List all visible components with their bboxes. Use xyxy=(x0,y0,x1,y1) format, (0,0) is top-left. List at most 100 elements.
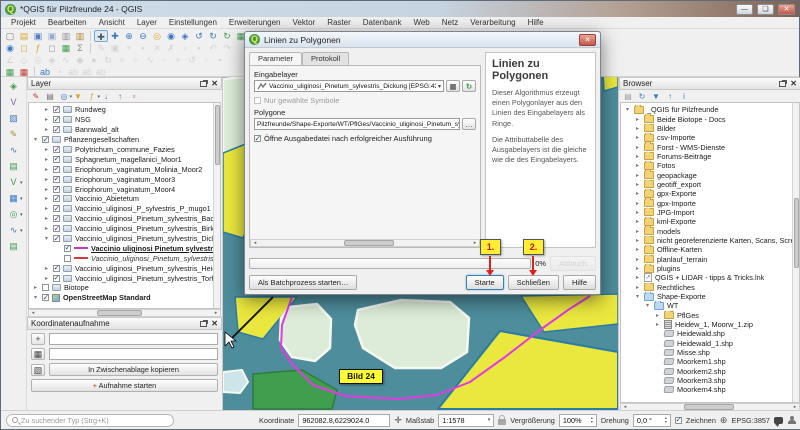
expand-arrow-icon[interactable]: ▸ xyxy=(43,195,50,202)
layer-visibility-checkbox[interactable] xyxy=(53,275,60,282)
layer-item[interactable]: ▸Vaccinio_uliginosi_Pinetum_sylvestris_B… xyxy=(29,214,213,224)
layer-item[interactable]: ▸Vaccinio_uliginosi_Pinetum_sylvestris_H… xyxy=(29,263,213,273)
new-temporary-scratch-layer-icon[interactable]: ✎ xyxy=(7,128,21,140)
browser-item[interactable]: Heidewald_1.shp xyxy=(621,339,792,348)
browser-item[interactable]: ▸Beide Biotope - Docs xyxy=(621,114,792,123)
expand-arrow-icon[interactable]: ▸ xyxy=(43,106,50,113)
layer-item[interactable]: ▸Eriophorum_vaginatum_Moor3 xyxy=(29,174,213,184)
browser-item[interactable]: ▸Fotos xyxy=(621,161,792,170)
layer-visibility-checkbox[interactable] xyxy=(53,126,60,133)
expand-arrow-icon[interactable]: ▾ xyxy=(32,294,39,301)
browser-item[interactable]: ▾_QGIS für Pilzfreunde xyxy=(621,105,792,114)
layer-item[interactable]: ▸Biotope xyxy=(29,283,213,293)
expand-arrow-icon[interactable]: ▸ xyxy=(43,126,50,133)
expand-arrow-icon[interactable]: ▾ xyxy=(43,235,50,242)
close-panel-icon[interactable]: ✕ xyxy=(211,319,218,328)
menu-datenbank[interactable]: Datenbank xyxy=(357,18,408,27)
refresh-map-icon[interactable]: ↻ xyxy=(220,30,234,42)
browser-item[interactable]: ▸Forums-Beiträge xyxy=(621,152,792,161)
pan-map-icon[interactable]: ✚ xyxy=(94,30,108,42)
expand-all-icon[interactable]: ↓ xyxy=(100,91,112,102)
browse-button[interactable]: … xyxy=(462,118,476,130)
menu-layer[interactable]: Layer xyxy=(131,18,163,27)
track-mouse-icon[interactable]: ▧ xyxy=(31,364,45,376)
expand-arrow-icon[interactable]: ▸ xyxy=(43,225,50,232)
menu-einstellungen[interactable]: Einstellungen xyxy=(163,18,223,27)
open-layer-styling-icon[interactable]: ✎ xyxy=(30,91,42,102)
browser-item[interactable]: ▸plugins xyxy=(621,264,792,273)
open-output-checkbox[interactable]: Öffne Ausgabedatei nach erfolgreicher Au… xyxy=(254,134,476,143)
lock-scale-icon[interactable] xyxy=(498,419,506,425)
browser-item[interactable]: ▸models xyxy=(621,226,792,235)
layer-item[interactable]: ▾Pflanzengesellschaften xyxy=(29,135,213,145)
browser-item[interactable]: Moorkern2.shp xyxy=(621,367,792,376)
browser-item[interactable]: ▾Shape-Exporte xyxy=(621,292,792,301)
expand-arrow-icon[interactable]: ▸ xyxy=(634,228,641,235)
start-capture-button[interactable]: + Aufnahme starten xyxy=(31,379,218,392)
browser-item[interactable]: ▸JPG-Import xyxy=(621,208,792,217)
browser-item[interactable]: ▸Forst - WMS-Dienste xyxy=(621,142,792,151)
browser-item[interactable]: ▸↗QGIS + LIDAR - tipps & Tricks.lnk xyxy=(621,273,792,282)
add-mesh-layer-icon[interactable]: ◎▾ xyxy=(7,208,21,220)
dropdown-arrow-icon[interactable]: ▾ xyxy=(20,193,23,205)
new-geopackage-layer-icon[interactable]: ◈ xyxy=(7,80,21,92)
layer-item[interactable]: ▸NSG xyxy=(29,115,213,125)
run-as-batch-button[interactable]: Als Batchprozess starten… xyxy=(249,275,357,290)
expand-arrow-icon[interactable]: ▸ xyxy=(634,246,641,253)
run-button[interactable]: Starte xyxy=(466,275,504,290)
expand-arrow-icon[interactable]: ▸ xyxy=(634,144,641,151)
close-button[interactable]: ✕ xyxy=(778,4,795,15)
scale-select[interactable]: 1:1578▾ xyxy=(438,414,494,427)
layer-visibility-checkbox[interactable] xyxy=(64,245,71,252)
layer-visibility-checkbox[interactable] xyxy=(53,106,60,113)
layer-item[interactable]: ▸Eriophorum_vaginatum_Molinia_Moor2 xyxy=(29,164,213,174)
layer-visibility-checkbox[interactable] xyxy=(53,186,60,193)
layer-visibility-checkbox[interactable] xyxy=(53,116,60,123)
filter-by-expression-icon[interactable]: ƒ▾ xyxy=(86,91,98,102)
expand-arrow-icon[interactable]: ▸ xyxy=(634,200,641,207)
layer-item[interactable]: ▾Vaccinio_uliginosi_Pinetum_sylvestris_D… xyxy=(29,234,213,244)
expand-arrow-icon[interactable]: ▸ xyxy=(43,205,50,212)
layer-visibility-checkbox[interactable] xyxy=(53,166,60,173)
add-selected-layers-icon[interactable]: ▤ xyxy=(622,91,634,102)
browser-item[interactable]: ▸Offline-Karten xyxy=(621,245,792,254)
expand-arrow-icon[interactable]: ▸ xyxy=(43,215,50,222)
browser-tree-vscrollbar[interactable] xyxy=(792,103,799,402)
expand-arrow-icon[interactable]: ▸ xyxy=(634,162,641,169)
layer-visibility-checkbox[interactable] xyxy=(42,284,49,291)
zoom-full-icon[interactable]: ◎ xyxy=(150,30,164,42)
coordinate-input[interactable]: 962082.8,6229024.0 xyxy=(298,414,390,427)
zoom-out-icon[interactable]: ⊖ xyxy=(136,30,150,42)
collapse-all-icon[interactable]: ↑ xyxy=(114,91,126,102)
layer-item[interactable]: ▸Bannwald_alt xyxy=(29,125,213,135)
expand-arrow-icon[interactable]: ▸ xyxy=(43,116,50,123)
expand-arrow-icon[interactable]: ▸ xyxy=(654,312,661,319)
menu-vektor[interactable]: Vektor xyxy=(287,18,322,27)
expand-arrow-icon[interactable]: ▸ xyxy=(43,186,50,193)
user-profile-icon[interactable] xyxy=(787,416,796,425)
menu-verarbeitung[interactable]: Verarbeitung xyxy=(464,18,521,27)
browser-item[interactable]: Moorkern3.shp xyxy=(621,376,792,385)
close-panel-icon[interactable]: ✕ xyxy=(790,79,797,88)
dropdown-arrow-icon[interactable]: ▾ xyxy=(20,177,23,189)
browser-item[interactable]: ▾WT xyxy=(621,301,792,310)
close-panel-icon[interactable]: ✕ xyxy=(211,79,218,88)
layer-item[interactable]: ▸Vaccinio_Abietetum xyxy=(29,194,213,204)
browser-item[interactable]: ▸geotiff_export xyxy=(621,180,792,189)
grid-coordinate-icon[interactable]: ▦ xyxy=(31,348,45,360)
filter-legend-icon[interactable]: ▼ xyxy=(72,91,84,102)
crs-globe-icon[interactable]: ⊕ xyxy=(720,415,728,426)
new-shapefile-layer-icon[interactable]: V xyxy=(7,96,21,108)
zoom-to-layer-icon[interactable]: ◈ xyxy=(178,30,192,42)
save-project-icon[interactable]: ▣ xyxy=(31,30,45,42)
crs-coordinate-icon[interactable]: + xyxy=(31,333,45,345)
advanced-options-button[interactable]: ↻ xyxy=(462,80,476,92)
menu-hilfe[interactable]: Hilfe xyxy=(522,18,550,27)
layer-item[interactable]: Vaccinio_uliginosi_Pinetum_sylvestris_Di… xyxy=(29,253,213,263)
expand-arrow-icon[interactable]: ▾ xyxy=(644,302,651,309)
help-button[interactable]: Hilfe xyxy=(563,275,596,290)
expand-arrow-icon[interactable]: ▸ xyxy=(634,134,641,141)
layer-visibility-checkbox[interactable] xyxy=(53,156,60,163)
new-spatialite-layer-icon[interactable]: ▧ xyxy=(7,112,21,124)
menu-projekt[interactable]: Projekt xyxy=(5,18,42,27)
